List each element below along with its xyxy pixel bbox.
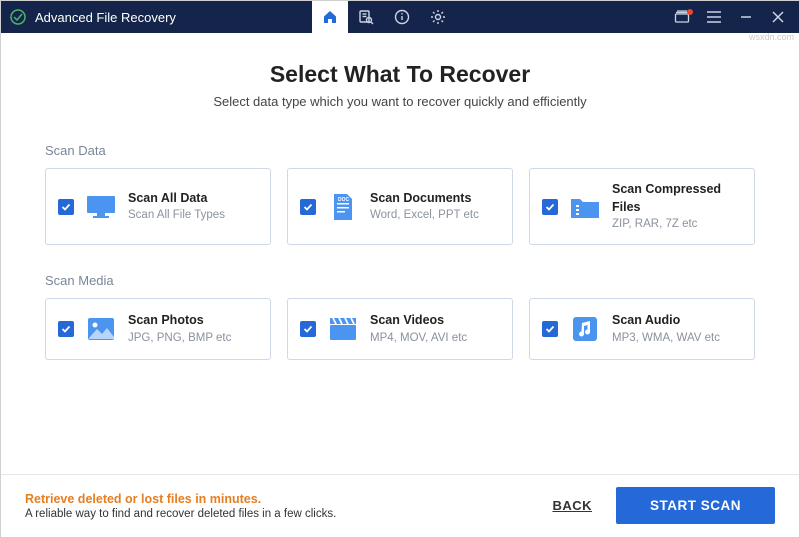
card-title: Scan Photos (128, 312, 231, 330)
card-title: Scan Videos (370, 312, 467, 330)
app-title: Advanced File Recovery (35, 10, 176, 25)
close-button[interactable] (769, 8, 787, 26)
card-desc: JPG, PNG, BMP etc (128, 330, 231, 346)
checkbox-audio[interactable] (542, 321, 558, 337)
image-icon (84, 315, 118, 343)
media-cards: Scan Photos JPG, PNG, BMP etc Scan Video… (45, 298, 755, 360)
svg-text:DOC: DOC (338, 197, 350, 203)
clapperboard-icon (326, 315, 360, 343)
promo-subtitle: A reliable way to find and recover delet… (25, 508, 336, 520)
card-documents[interactable]: DOC Scan Documents Word, Excel, PPT etc (287, 168, 513, 245)
nav-deep-scan[interactable] (348, 1, 384, 33)
minimize-icon (740, 11, 752, 23)
minimize-button[interactable] (737, 8, 755, 26)
promo-title: Retrieve deleted or lost files in minute… (25, 492, 336, 506)
info-icon (394, 9, 410, 25)
card-desc: Word, Excel, PPT etc (370, 207, 479, 223)
back-button[interactable]: BACK (552, 498, 592, 513)
folder-zip-icon (568, 193, 602, 221)
card-desc: Scan All File Types (128, 207, 225, 223)
menu-button[interactable] (705, 8, 723, 26)
main-content: Select What To Recover Select data type … (1, 33, 799, 360)
data-cards: Scan All Data Scan All File Types DOC Sc… (45, 168, 755, 245)
page-title: Select What To Recover (45, 61, 755, 88)
titlebar: Advanced File Recovery (1, 1, 799, 33)
card-photos[interactable]: Scan Photos JPG, PNG, BMP etc (45, 298, 271, 360)
music-note-icon (568, 315, 602, 343)
card-videos[interactable]: Scan Videos MP4, MOV, AVI etc (287, 298, 513, 360)
hamburger-icon (707, 11, 721, 23)
card-desc: ZIP, RAR, 7Z etc (612, 216, 742, 232)
card-title: Scan All Data (128, 190, 225, 208)
checkbox-documents[interactable] (300, 199, 316, 215)
window-controls (673, 8, 787, 26)
nav-tabs (312, 1, 456, 33)
page-subtitle: Select data type which you want to recov… (45, 94, 755, 109)
card-all-data[interactable]: Scan All Data Scan All File Types (45, 168, 271, 245)
card-audio[interactable]: Scan Audio MP3, WMA, WAV etc (529, 298, 755, 360)
card-title: Scan Audio (612, 312, 720, 330)
app-logo-icon (9, 8, 27, 26)
card-desc: MP4, MOV, AVI etc (370, 330, 467, 346)
card-compressed[interactable]: Scan Compressed Files ZIP, RAR, 7Z etc (529, 168, 755, 245)
section-label-media: Scan Media (45, 273, 755, 288)
start-scan-button[interactable]: START SCAN (616, 487, 775, 524)
nav-settings[interactable] (420, 1, 456, 33)
notification-dot (687, 9, 693, 15)
checkbox-all-data[interactable] (58, 199, 74, 215)
checkbox-videos[interactable] (300, 321, 316, 337)
checkbox-compressed[interactable] (542, 199, 558, 215)
section-label-data: Scan Data (45, 143, 755, 158)
footer: Retrieve deleted or lost files in minute… (1, 474, 799, 538)
watermark: wsxdn.com (749, 32, 794, 42)
nav-info[interactable] (384, 1, 420, 33)
notifications-button[interactable] (673, 8, 691, 26)
card-desc: MP3, WMA, WAV etc (612, 330, 720, 346)
card-title: Scan Documents (370, 190, 479, 208)
card-title: Scan Compressed Files (612, 181, 742, 216)
home-icon (322, 9, 338, 25)
document-icon: DOC (326, 193, 360, 221)
gear-icon (430, 9, 446, 25)
close-icon (772, 11, 784, 23)
checkbox-photos[interactable] (58, 321, 74, 337)
scan-icon (358, 9, 374, 25)
monitor-icon (84, 193, 118, 221)
nav-home[interactable] (312, 1, 348, 33)
